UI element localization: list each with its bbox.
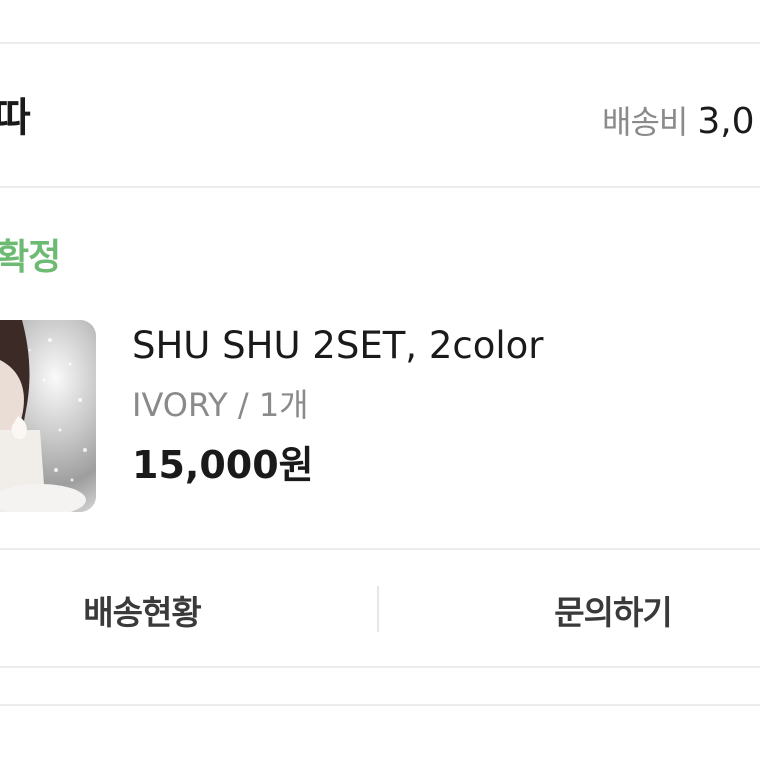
product-divider: [0, 548, 760, 550]
shipping-fee: 배송비 3,0: [602, 100, 755, 150]
shipping-fee-value: 3,0: [697, 101, 755, 142]
shipping-status-button[interactable]: 배송현황: [0, 556, 284, 664]
product-option: IVORY / 1개: [132, 386, 309, 424]
shipping-fee-label: 배송비: [602, 103, 688, 141]
top-divider: [0, 42, 760, 44]
shop-name[interactable]: 따: [0, 94, 31, 142]
inquiry-button[interactable]: 문의하기: [378, 556, 760, 664]
order-status: 확정: [0, 237, 61, 278]
header-divider: [0, 186, 760, 188]
product-thumbnail[interactable]: [0, 320, 96, 512]
bottom-divider: [0, 704, 760, 706]
product-price: 15,000원: [132, 443, 314, 487]
actions-divider: [0, 666, 760, 668]
product-photo: [0, 320, 96, 512]
product-name[interactable]: SHU SHU 2SET, 2color: [132, 324, 543, 368]
order-card: 따 배송비 3,0 확정 SHU SHU 2SET, 2color IVORY …: [0, 0, 760, 760]
